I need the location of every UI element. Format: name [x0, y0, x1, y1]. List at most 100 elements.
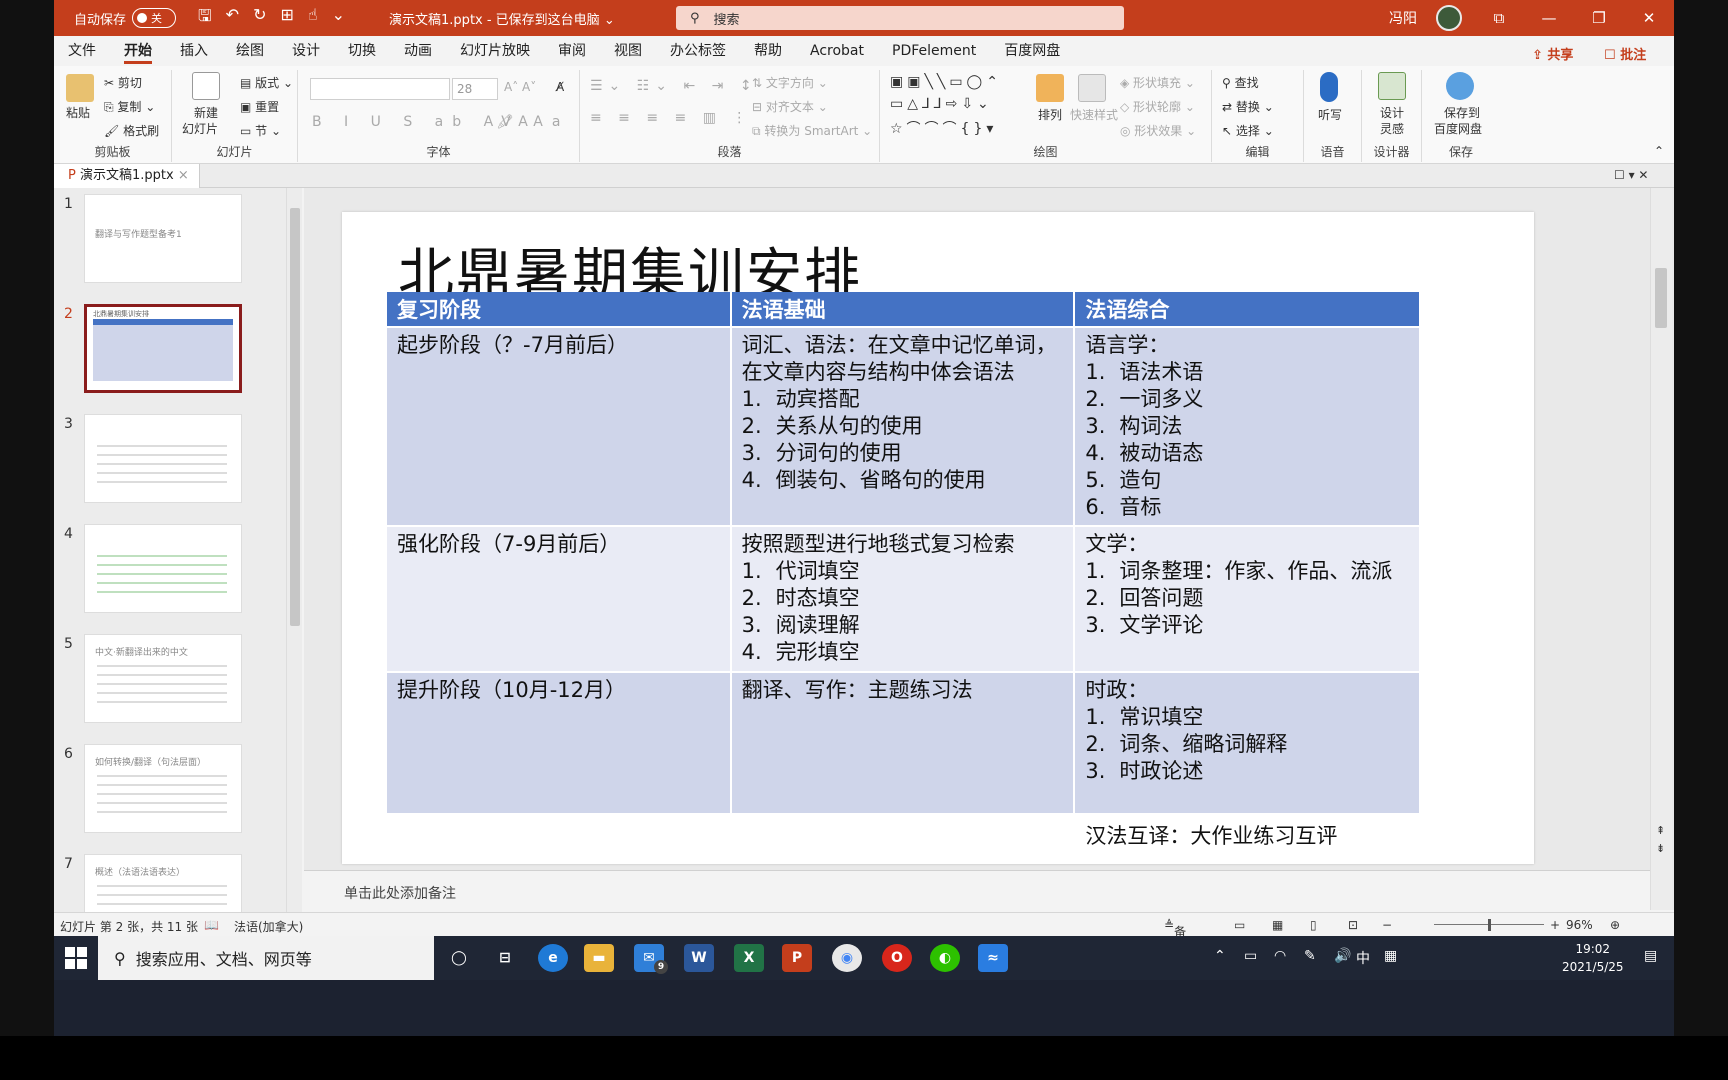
ribbon-display-icon[interactable]: ⧉ — [1474, 0, 1524, 36]
document-title[interactable]: 演示文稿1.pptx - 已保存到这台电脑 ⌄ — [389, 9, 615, 28]
user-name[interactable]: 冯阳 — [1389, 8, 1417, 28]
slide-thumbnail[interactable]: 1 翻译与写作题型备考1 — [54, 188, 286, 298]
collapse-ribbon-icon[interactable]: ⌃ — [1654, 144, 1664, 158]
tab-8[interactable]: 审阅 — [544, 36, 600, 66]
thumbnail-card[interactable]: 北鼎暑期集训安排 — [84, 304, 242, 393]
smartart-button[interactable]: ⧉ 转换为 SmartArt ⌄ — [752, 122, 872, 139]
shape-effects-button[interactable]: ◎ 形状效果 ⌄ — [1120, 122, 1196, 139]
tab-0[interactable]: 文件 — [54, 36, 110, 66]
thumbnail-card[interactable]: 翻译与写作题型备考1 — [84, 194, 242, 283]
section-button[interactable]: ▭ 节 ⌄ — [240, 122, 281, 139]
blue-app-icon[interactable]: ≈ — [978, 944, 1008, 972]
zoom-level[interactable]: 96% — [1566, 918, 1593, 932]
notes-pane[interactable]: 单击此处添加备注 — [304, 870, 1654, 910]
schedule-table[interactable]: 复习阶段 法语基础 法语综合 起步阶段（？-7月前后） 词汇、语法：在文章中记忆单… — [387, 292, 1421, 857]
slide-thumbnail[interactable]: 3 — [54, 408, 286, 518]
cortana-icon[interactable]: ◯ — [444, 944, 474, 972]
tab-1[interactable]: 开始 — [110, 36, 166, 66]
new-slide-button[interactable]: 新建 — [194, 104, 218, 121]
accessibility-icon[interactable]: 📖 — [204, 918, 219, 932]
zoom-in-icon[interactable]: + — [1550, 918, 1560, 932]
thumbnail-scrollbar[interactable] — [286, 188, 302, 1018]
ime-mode-icon[interactable]: ▦ — [1384, 948, 1397, 964]
pen-icon[interactable]: ✎ — [1304, 948, 1316, 964]
ime-indicator[interactable]: 中 — [1356, 948, 1370, 968]
base-cell[interactable]: 词汇、语法：在文章中记忆单词，在文章内容与结构中体会语法 1. 动宾搭配 2. 关系从句… — [730, 327, 1076, 527]
base-cell[interactable]: 翻译、写作：主题练习法 — [730, 672, 1076, 815]
tab-14[interactable]: 百度网盘 — [990, 36, 1074, 66]
arrange-button[interactable]: 排列 — [1038, 106, 1062, 123]
tab-3[interactable]: 绘图 — [222, 36, 278, 66]
design-ideas-button[interactable]: 设计 — [1380, 104, 1404, 121]
font-size-box[interactable]: 28 — [452, 78, 498, 100]
task-view-icon[interactable]: ⊟ — [490, 944, 520, 972]
normal-view-icon[interactable]: ▭ — [1234, 918, 1245, 932]
editor-scroll-thumb[interactable] — [1655, 268, 1667, 328]
tab-5[interactable]: 切换 — [334, 36, 390, 66]
empty-cell[interactable] — [730, 814, 1076, 857]
zoom-out-icon[interactable]: − — [1382, 918, 1392, 932]
thumbnail-card[interactable] — [84, 524, 242, 613]
fit-slide-icon[interactable]: ⊕ — [1610, 918, 1620, 932]
next-slide-icon[interactable]: ⇟ — [1656, 842, 1665, 855]
quick-styles-button[interactable]: 快速样式 — [1070, 106, 1118, 123]
prev-slide-icon[interactable]: ⇞ — [1656, 824, 1665, 837]
touch-mode-icon[interactable]: ☝ — [308, 5, 318, 32]
tab-10[interactable]: 办公标签 — [656, 36, 740, 66]
search-box[interactable]: ⚲ 搜索 — [676, 6, 1124, 30]
minimize-icon[interactable]: — — [1524, 0, 1574, 36]
thumbnail-card[interactable]: 如何转换/翻译（句法层面） — [84, 744, 242, 833]
dictate-button[interactable]: 听写 — [1318, 106, 1342, 123]
comment-button[interactable]: ☐ 批注 — [1604, 44, 1646, 63]
slide-thumbnail[interactable]: 4 — [54, 518, 286, 628]
format-painter-button[interactable]: 🖌 格式刷 — [104, 122, 159, 139]
slideshow-icon[interactable]: ⊡ — [1348, 918, 1358, 932]
tab-12[interactable]: Acrobat — [796, 36, 878, 66]
tray-expand-icon[interactable]: ⌃ — [1214, 948, 1226, 964]
new-slide-icon[interactable] — [192, 72, 220, 100]
text-direction-button[interactable]: ⇅ 文字方向 ⌄ — [752, 74, 828, 91]
slide-canvas[interactable]: 北鼎暑期集训安排 复习阶段 法语基础 法语综合 起步阶段（？-7月前后） 词汇、语… — [342, 212, 1534, 864]
microphone-icon[interactable] — [1320, 72, 1338, 102]
baidu-cloud-icon[interactable] — [1446, 72, 1474, 100]
edge-icon[interactable]: e — [538, 944, 568, 972]
paste-icon[interactable] — [66, 74, 94, 102]
notes-button[interactable]: ≜ 备注 — [1164, 918, 1186, 956]
shapes-gallery-row3[interactable]: ☆⌒⌒⌒{}▾ — [890, 118, 997, 138]
chrome-icon[interactable]: ◉ — [832, 944, 862, 972]
stage-cell[interactable]: 强化阶段（7-9月前后） — [387, 526, 732, 673]
powerpoint-icon[interactable]: P — [782, 944, 812, 972]
header-base[interactable]: 法语基础 — [730, 292, 1076, 328]
restore-icon[interactable]: ❐ — [1574, 0, 1624, 36]
footer-cell[interactable]: 汉法互译：大作业练习互评 — [1074, 814, 1421, 857]
find-button[interactable]: ⚲ 查找 — [1222, 74, 1259, 91]
tab-9[interactable]: 视图 — [600, 36, 656, 66]
avatar[interactable] — [1436, 5, 1462, 31]
tab-6[interactable]: 动画 — [390, 36, 446, 66]
save-icon[interactable]: 🖫 — [198, 5, 212, 32]
thumbnail-card[interactable]: 中文·新翻译出来的中文 — [84, 634, 242, 723]
battery-icon[interactable]: ▭ — [1244, 948, 1257, 964]
language-indicator[interactable]: 法语(加拿大) — [234, 918, 303, 935]
tab-11[interactable]: 帮助 — [740, 36, 796, 66]
shape-fill-button[interactable]: ◈ 形状填充 ⌄ — [1120, 74, 1195, 91]
tab-2[interactable]: 插入 — [166, 36, 222, 66]
font-name-box[interactable] — [310, 78, 450, 100]
tab-close-icon[interactable]: × — [178, 168, 189, 183]
shapes-gallery-row2[interactable]: ▭△⅃⅃⇨⇩⌄ — [890, 96, 993, 112]
slide-thumbnail[interactable]: 6 如何转换/翻译（句法层面） — [54, 738, 286, 848]
quick-styles-icon[interactable] — [1078, 74, 1106, 102]
reading-view-icon[interactable]: ▯ — [1310, 918, 1317, 932]
volume-icon[interactable]: 🔊 — [1334, 948, 1351, 964]
list-icons[interactable]: ☰⌄ ☷⌄ ⇤ ⇥ ↕ — [590, 78, 758, 94]
empty-cell[interactable] — [387, 814, 732, 857]
cut-button[interactable]: ✂ 剪切 — [104, 74, 142, 91]
font-style-icons[interactable]: B I U S ab AV Aa — [312, 114, 569, 130]
shape-outline-button[interactable]: ◇ 形状轮廓 ⌄ — [1120, 98, 1195, 115]
customize-qat-icon[interactable]: ⌄ — [332, 5, 345, 32]
system-clock[interactable]: 19:02 2021/5/25 — [1562, 940, 1624, 976]
layout-button[interactable]: ▤ 版式 ⌄ — [240, 74, 293, 91]
tab-13[interactable]: PDFelement — [878, 36, 990, 66]
replace-button[interactable]: ⇄ 替换 ⌄ — [1222, 98, 1274, 115]
undo-icon[interactable]: ↶ — [226, 5, 239, 32]
